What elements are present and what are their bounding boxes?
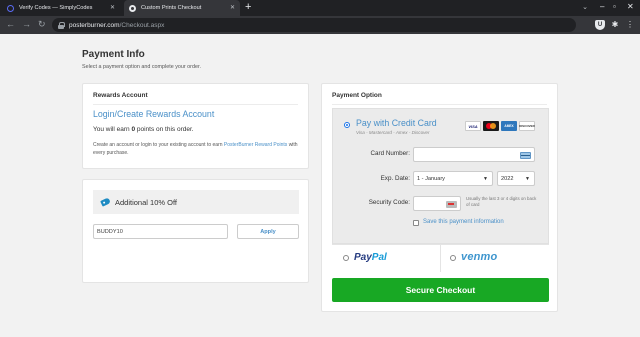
checkout-page: Payment Info Select a payment option and… [0,34,640,337]
save-payment-label[interactable]: Save this payment information [423,219,504,225]
page-title: Payment Info [82,49,145,60]
credit-card-radio[interactable] [344,122,350,128]
close-icon[interactable]: ✕ [110,4,115,11]
exp-month-select[interactable]: 1 - January ▼ [413,171,493,186]
address-bar[interactable]: posterburner.com/Checkout.aspx [52,18,576,32]
rewards-info-text: Create an account or login to your exist… [93,141,303,157]
coupon-card: Additional 10% Off Apply [82,179,309,283]
secure-checkout-button[interactable]: Secure Checkout [332,278,549,302]
minimize-icon[interactable]: – [600,2,604,11]
shield-extension-icon[interactable]: U [595,20,605,30]
paypal-logo-part: Pal [371,252,387,263]
rewards-login-link[interactable]: Login/Create Rewards Account [93,109,214,119]
simplycodes-favicon-icon [7,4,14,12]
info-text: Create an account or login to your exist… [93,142,223,148]
tab-title: Custom Prints Checkout [141,5,202,11]
cvv-card-icon [446,201,457,208]
visa-logo-icon: VISA [465,121,481,131]
earn-prefix: You will earn [93,126,130,133]
browser-toolbar: ← → ↻ posterburner.com/Checkout.aspx U ✱… [0,16,640,34]
mastercard-logo-icon [483,121,499,131]
page-subtitle: Select a payment option and complete you… [82,64,201,70]
divider [440,245,441,272]
kebab-icon[interactable]: ⋮ [625,20,635,30]
posterburner-favicon-icon [129,4,136,12]
reward-points-link[interactable]: PosterBurner Reward Points [224,142,287,148]
amex-logo-icon: AMEX [501,121,517,131]
discover-logo-icon: DISCOVER [519,121,535,131]
coupon-code-input[interactable] [93,224,228,239]
forward-arrow-icon[interactable]: → [22,19,31,29]
reload-icon[interactable]: ↻ [38,19,46,30]
credit-card-subtitle: Visa - Mastercard - Amex - Discover [356,130,430,135]
url-path: /Checkout.aspx [119,21,165,29]
rewards-earn-text: You will earn 0 points on this order. [93,126,194,133]
puzzle-icon[interactable]: ✱ [610,20,620,30]
credit-card-icon [520,152,531,159]
lock-icon [58,21,65,29]
rewards-heading: Rewards Account [93,92,148,99]
security-code-label: Security Code: [368,199,410,206]
maximize-icon[interactable]: ▫ [613,2,616,11]
exp-year-select[interactable]: 2022 ▼ [497,171,535,186]
paypal-radio[interactable] [343,255,349,261]
payment-card: Payment Option Pay with Credit Card Visa… [321,83,558,312]
card-number-input[interactable] [413,147,535,162]
divider [93,104,298,105]
coupon-title: Additional 10% Off [115,197,177,207]
security-code-hint: Usually the last 3 or 4 digits on back o… [466,196,537,207]
security-code-input[interactable] [413,196,461,211]
tab-title: Verify Codes — SimplyCodes [19,5,93,11]
alternative-payments: PayPal venmo [332,244,549,272]
close-icon[interactable]: ✕ [230,4,235,11]
earn-points: 0 [131,126,136,133]
divider [332,104,547,105]
exp-month-value: 1 - January [417,175,445,182]
back-arrow-icon[interactable]: ← [6,19,15,29]
tab-simplycodes[interactable]: Verify Codes — SimplyCodes ✕ [2,0,120,16]
paypal-logo-part: Pay [354,252,372,263]
rewards-card: Rewards Account Login/Create Rewards Acc… [82,83,309,169]
tab-checkout[interactable]: Custom Prints Checkout ✕ [124,0,240,16]
exp-date-label: Exp. Date: [380,175,410,182]
close-window-icon[interactable]: ✕ [627,2,634,11]
chevron-down-icon[interactable]: ⌄ [582,3,588,11]
payment-heading: Payment Option [332,92,382,99]
card-logos: VISA AMEX DISCOVER [465,121,535,131]
venmo-radio[interactable] [450,255,456,261]
card-number-label: Card Number: [370,150,410,157]
tag-icon [100,197,111,207]
coupon-banner: Additional 10% Off [93,190,299,214]
chevron-down-icon: ▼ [483,176,488,182]
exp-year-value: 2022 [501,175,514,182]
url-host: posterburner.com [69,21,120,29]
credit-card-panel: Pay with Credit Card Visa - Mastercard -… [332,108,549,244]
apply-button[interactable]: Apply [237,224,299,239]
browser-tab-strip: Verify Codes — SimplyCodes ✕ Custom Prin… [0,0,640,16]
save-payment-checkbox[interactable] [413,220,419,226]
venmo-logo-icon[interactable]: venmo [461,251,497,263]
earn-suffix: points on this order. [136,126,194,133]
plus-icon[interactable]: + [245,1,251,13]
chevron-down-icon: ▼ [525,176,530,182]
credit-card-title[interactable]: Pay with Credit Card [356,118,437,128]
paypal-logo-icon[interactable]: PayPal [354,252,387,263]
